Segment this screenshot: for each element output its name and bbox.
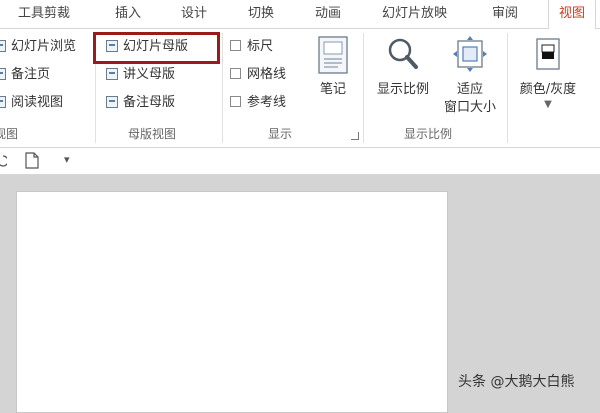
color-grayscale-button[interactable]: 颜色/灰度 ▼: [512, 35, 584, 111]
group-separator: [363, 33, 364, 143]
ruler-checkbox-box[interactable]: [230, 40, 241, 51]
slide-editing-area: [0, 175, 600, 413]
fit-label-line-2: 窗口大小: [443, 100, 496, 115]
notes-master-button[interactable]: 备注母版: [106, 93, 175, 113]
tab-picture-tools[interactable]: 工具剪裁: [18, 0, 70, 28]
chevron-down-icon: ▼: [544, 99, 552, 110]
notes-icon: [318, 36, 348, 74]
fit-to-window-icon: [453, 36, 487, 72]
notes-master-label: 备注母版: [123, 95, 176, 110]
slide-canvas[interactable]: [16, 191, 448, 413]
slide-master-icon: [106, 39, 118, 52]
notes-master-icon: [106, 95, 118, 108]
handout-master-icon: [106, 67, 118, 80]
notes-label: 笔记: [319, 82, 346, 97]
tab-animations[interactable]: 动画: [315, 0, 341, 28]
group-label-show: 显示: [268, 127, 293, 141]
group-label-views: 视图: [0, 127, 19, 141]
customize-toolbar-dropdown-icon[interactable]: ▾: [64, 153, 70, 166]
color-grayscale-icon: [536, 38, 560, 70]
notes-page-button[interactable]: 备注页: [0, 65, 50, 85]
ribbon-view-panel: 幻灯片浏览 备注页 阅读视图 视图 幻灯片母版 讲义母版 备注母版 母版视图 标…: [0, 29, 600, 148]
handout-master-button[interactable]: 讲义母版: [106, 65, 175, 85]
slide-master-label: 幻灯片母版: [123, 39, 189, 54]
guides-checkbox[interactable]: 参考线: [230, 93, 286, 113]
color-grayscale-label: 颜色/灰度: [519, 82, 577, 97]
zoom-button[interactable]: 显示比例: [372, 35, 434, 99]
watermark-text: 头条 @大鹅大白熊: [458, 374, 575, 390]
ruler-checkbox[interactable]: 标尺: [230, 37, 273, 57]
reading-view-button[interactable]: 阅读视图: [0, 93, 63, 113]
zoom-magnifier-icon: [388, 38, 418, 69]
fit-label-line-1: 适应: [456, 82, 483, 97]
group-separator: [222, 33, 223, 143]
group-label-zoom: 显示比例: [404, 127, 453, 141]
handout-master-label: 讲义母版: [123, 67, 176, 82]
zoom-label: 显示比例: [376, 82, 429, 97]
dialog-launcher-icon[interactable]: [351, 132, 359, 140]
reading-view-icon: [0, 95, 6, 108]
fit-to-window-button[interactable]: 适应 窗口大小: [440, 35, 500, 117]
tab-transitions[interactable]: 切换: [248, 0, 274, 28]
notes-page-icon: [0, 67, 6, 80]
new-document-icon[interactable]: [25, 152, 39, 169]
slide-sorter-button[interactable]: 幻灯片浏览: [0, 37, 76, 57]
group-separator: [507, 33, 508, 143]
guides-checkbox-box[interactable]: [230, 96, 241, 107]
notes-button[interactable]: 笔记: [308, 35, 358, 99]
reading-view-label: 阅读视图: [11, 95, 64, 110]
gridlines-label: 网格线: [247, 67, 287, 82]
group-label-master-views: 母版视图: [128, 127, 177, 141]
tab-review[interactable]: 审阅: [492, 0, 518, 28]
ribbon-tab-bar: 工具剪裁 插入 设计 切换 动画 幻灯片放映 审阅 视图: [0, 0, 600, 29]
gridlines-checkbox-box[interactable]: [230, 68, 241, 79]
notes-page-label: 备注页: [11, 67, 51, 82]
gridlines-checkbox[interactable]: 网格线: [230, 65, 286, 85]
quick-access-toolbar: ▾: [0, 148, 600, 175]
tab-view[interactable]: 视图: [548, 0, 597, 29]
tab-insert[interactable]: 插入: [115, 0, 141, 28]
ruler-label: 标尺: [247, 39, 274, 54]
slide-sorter-label: 幻灯片浏览: [11, 39, 77, 54]
tab-design[interactable]: 设计: [181, 0, 207, 28]
undo-icon[interactable]: [0, 153, 7, 169]
slide-master-button[interactable]: 幻灯片母版: [106, 37, 188, 57]
tab-slideshow[interactable]: 幻灯片放映: [382, 0, 447, 28]
slide-sorter-icon: [0, 39, 6, 52]
guides-label: 参考线: [247, 95, 287, 110]
